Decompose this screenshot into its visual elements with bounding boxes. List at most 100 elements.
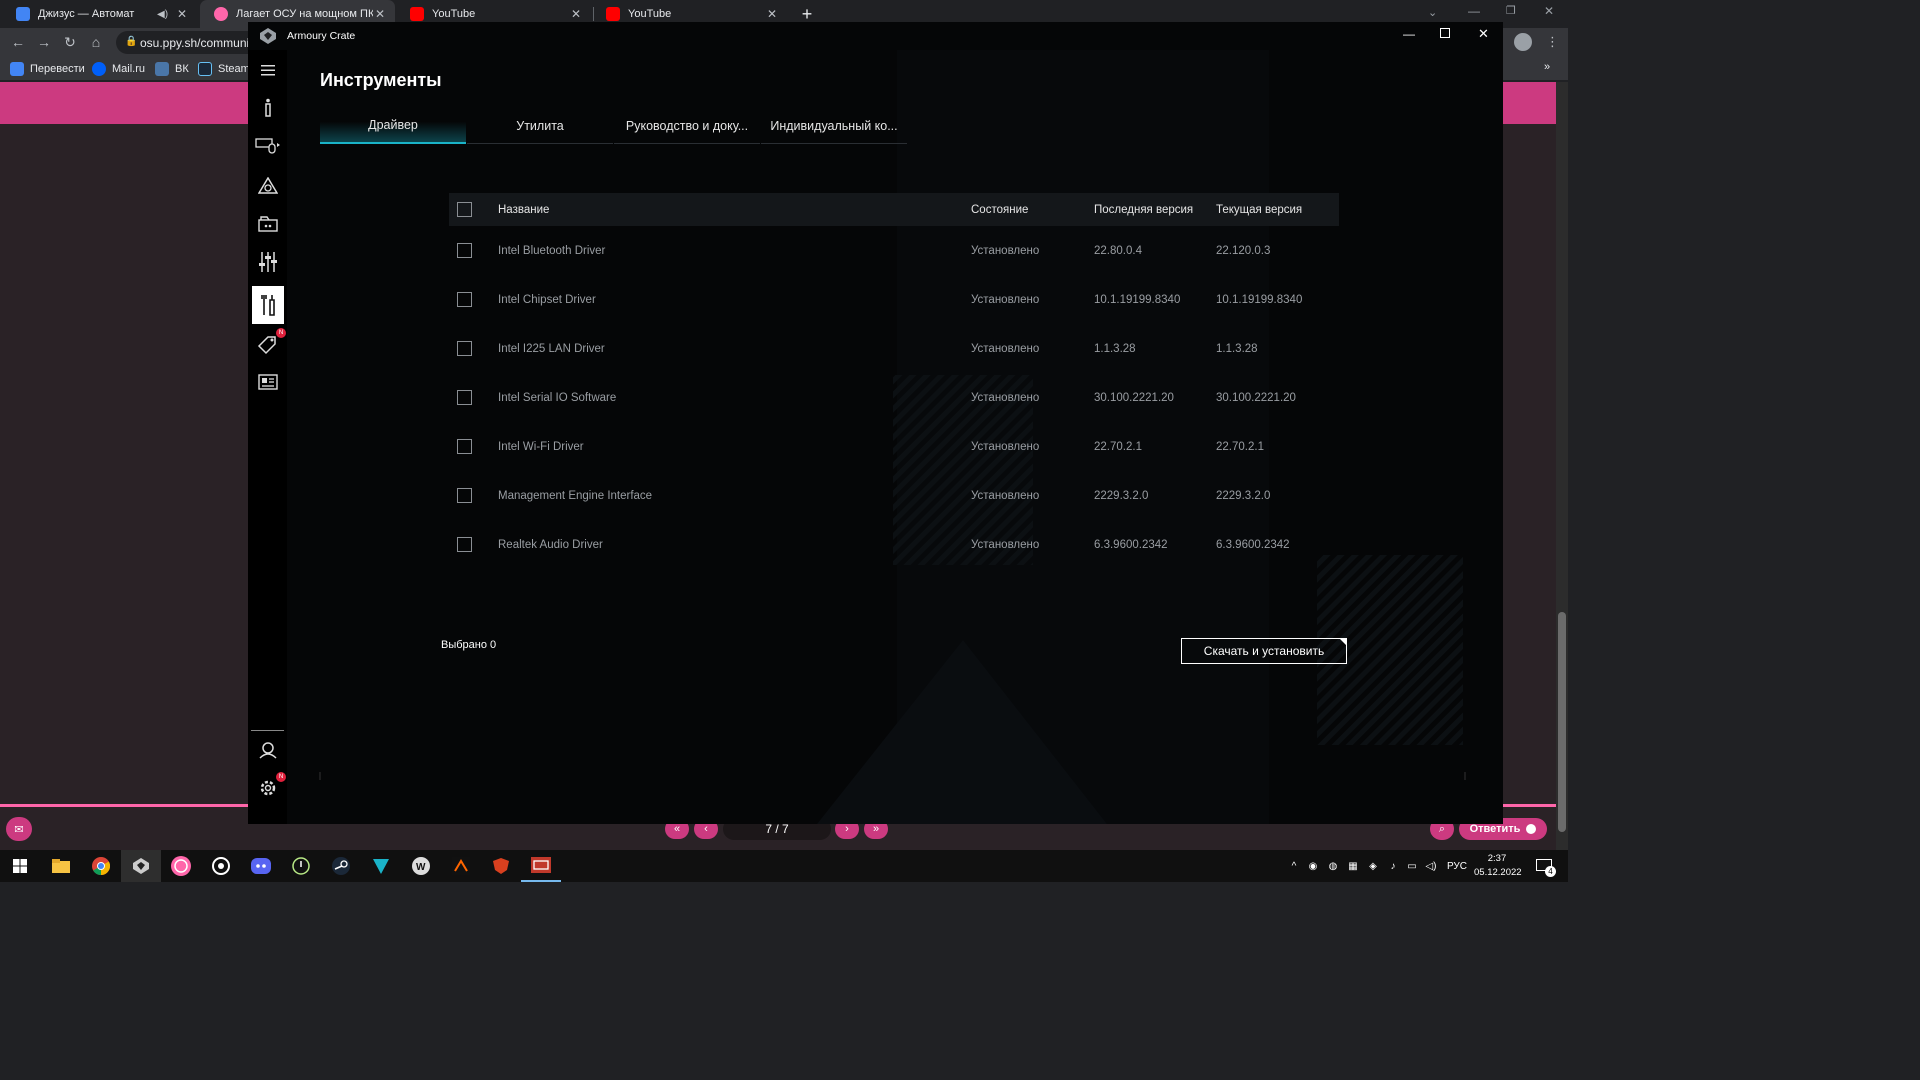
osu-favicon-icon: [214, 7, 228, 21]
row-checkbox[interactable]: [457, 292, 472, 307]
tools-icon[interactable]: [252, 286, 284, 324]
file-explorer-icon[interactable]: [41, 850, 81, 882]
address-bar[interactable]: 🔒 osu.ppy.sh/communi: [116, 31, 256, 54]
close-tab-icon[interactable]: ✕: [569, 7, 583, 21]
more-bookmarks-icon[interactable]: »: [1544, 61, 1550, 73]
table-row[interactable]: Intel Serial IO Software Установлено 30.10…: [449, 373, 1339, 422]
tool-icon[interactable]: [201, 850, 241, 882]
armoury-crate-icon[interactable]: [121, 850, 161, 882]
tray-steam-icon[interactable]: ◍: [1326, 850, 1340, 882]
armoury-crate-logo-icon: [260, 28, 276, 44]
forward-icon[interactable]: →: [34, 32, 54, 52]
keyboard-mouse-icon[interactable]: [252, 130, 284, 162]
reply-arrow-icon: [1526, 824, 1537, 834]
tray-network-icon[interactable]: ▦: [1346, 850, 1360, 882]
power-icon[interactable]: [281, 850, 321, 882]
bookmark-item[interactable]: Steam: [198, 60, 250, 78]
new-tab-button[interactable]: +: [797, 4, 817, 24]
table-row[interactable]: Intel Bluetooth Driver Установлено 22.80.0…: [449, 226, 1339, 275]
info-icon[interactable]: [252, 92, 284, 124]
restore-icon[interactable]: ❐: [1506, 4, 1516, 17]
reload-icon[interactable]: ↻: [60, 32, 80, 52]
table-row[interactable]: Management Engine Interface Установлено 22…: [449, 471, 1339, 520]
windows-start-icon[interactable]: [0, 850, 40, 882]
close-window-icon[interactable]: ✕: [1544, 4, 1554, 18]
clock[interactable]: 2:37 05.12.2022: [1474, 852, 1522, 880]
mail-icon[interactable]: ✉: [6, 817, 32, 841]
cell-latest: 1.1.3.28: [1094, 342, 1136, 355]
browser-tab[interactable]: Джизус — Автомат ◀) ✕: [2, 0, 197, 28]
close-tab-icon[interactable]: ✕: [175, 7, 189, 21]
tab-utility[interactable]: Утилита: [467, 108, 613, 144]
bookmark-item[interactable]: ВК: [155, 60, 189, 78]
armoury-crate-window: Armoury Crate — ✕ N N Инструменты Драйве…: [248, 22, 1503, 824]
app-minimize-icon[interactable]: —: [1403, 27, 1415, 41]
cell-name: Intel Chipset Driver: [498, 293, 596, 306]
back-icon[interactable]: ←: [8, 32, 28, 52]
settings-icon[interactable]: N: [252, 772, 286, 804]
bookmark-item[interactable]: Перевести: [10, 60, 85, 78]
row-checkbox[interactable]: [457, 390, 472, 405]
tab-manuals[interactable]: Руководство и доку...: [614, 108, 760, 144]
tab-driver[interactable]: Драйвер: [320, 108, 466, 144]
column-header-latest-version[interactable]: Последняя версия: [1094, 193, 1193, 226]
aura-icon[interactable]: [252, 170, 284, 202]
app-maximize-icon[interactable]: [1440, 28, 1450, 38]
cell-latest: 30.100.2221.20: [1094, 391, 1174, 404]
tray-discord-icon[interactable]: ◉: [1306, 850, 1320, 882]
profile-avatar[interactable]: [1514, 33, 1532, 51]
tab-custom[interactable]: Индивидуальный ко...: [761, 108, 907, 144]
column-header-status[interactable]: Состояние: [971, 193, 1028, 226]
row-checkbox[interactable]: [457, 341, 472, 356]
home-icon[interactable]: ⌂: [86, 32, 106, 52]
volume-icon[interactable]: ◁): [1424, 850, 1438, 882]
user-icon[interactable]: [252, 734, 284, 766]
wifi-icon[interactable]: ▭: [1405, 850, 1419, 882]
tab-label: Руководство и доку...: [625, 118, 749, 133]
select-all-checkbox[interactable]: [457, 202, 472, 217]
row-checkbox[interactable]: [457, 537, 472, 552]
speaker-icon[interactable]: ◀): [157, 9, 171, 20]
chrome-icon[interactable]: [81, 850, 121, 882]
game-library-icon[interactable]: [252, 208, 284, 240]
tab-search-icon[interactable]: ⌄: [1428, 6, 1437, 19]
column-header-name[interactable]: Название: [498, 193, 549, 226]
page-scrollbar[interactable]: [1556, 82, 1568, 850]
row-checkbox[interactable]: [457, 243, 472, 258]
cell-current: 1.1.3.28: [1216, 342, 1258, 355]
minimize-icon[interactable]: —: [1468, 4, 1480, 18]
osu-icon[interactable]: [161, 850, 201, 882]
cell-latest: 22.80.0.4: [1094, 244, 1142, 257]
row-checkbox[interactable]: [457, 488, 472, 503]
news-icon[interactable]: [252, 366, 284, 398]
vpn-icon[interactable]: [361, 850, 401, 882]
tray-expand-icon[interactable]: ^: [1288, 850, 1300, 882]
mixer-icon[interactable]: [252, 246, 284, 278]
menu-kebab-icon[interactable]: ⋮: [1546, 34, 1559, 50]
row-checkbox[interactable]: [457, 439, 472, 454]
table-row[interactable]: Intel Wi-Fi Driver Установлено 22.70.2.1 22…: [449, 422, 1339, 471]
hamburger-menu-icon[interactable]: [252, 54, 284, 86]
language-indicator[interactable]: РУС: [1445, 850, 1469, 882]
game-icon[interactable]: [441, 850, 481, 882]
notification-center-icon[interactable]: 4: [1532, 850, 1556, 882]
shield-game-icon[interactable]: [481, 850, 521, 882]
site-favicon-icon: [16, 7, 30, 21]
download-install-button[interactable]: Скачать и установить: [1181, 638, 1347, 664]
bookmark-item[interactable]: Mail.ru: [92, 60, 145, 78]
table-row[interactable]: Intel I225 LAN Driver Установлено 1.1.3.28…: [449, 324, 1339, 373]
app-close-icon[interactable]: ✕: [1478, 26, 1489, 42]
microphone-icon[interactable]: ♪: [1386, 850, 1400, 882]
scrollbar-thumb[interactable]: [1558, 612, 1566, 832]
deals-icon[interactable]: N: [252, 328, 286, 360]
close-tab-icon[interactable]: ✕: [373, 7, 387, 21]
column-header-current-version[interactable]: Текущая версия: [1216, 193, 1302, 226]
tray-shield-icon[interactable]: ◈: [1366, 850, 1380, 882]
game-launcher-icon[interactable]: [521, 850, 561, 882]
table-row[interactable]: Intel Chipset Driver Установлено 10.1.1919…: [449, 275, 1339, 324]
wargaming-icon[interactable]: W: [401, 850, 441, 882]
steam-icon[interactable]: [321, 850, 361, 882]
close-tab-icon[interactable]: ✕: [765, 7, 779, 21]
table-row[interactable]: Realtek Audio Driver Установлено 6.3.9600.…: [449, 520, 1339, 569]
discord-icon[interactable]: [241, 850, 281, 882]
